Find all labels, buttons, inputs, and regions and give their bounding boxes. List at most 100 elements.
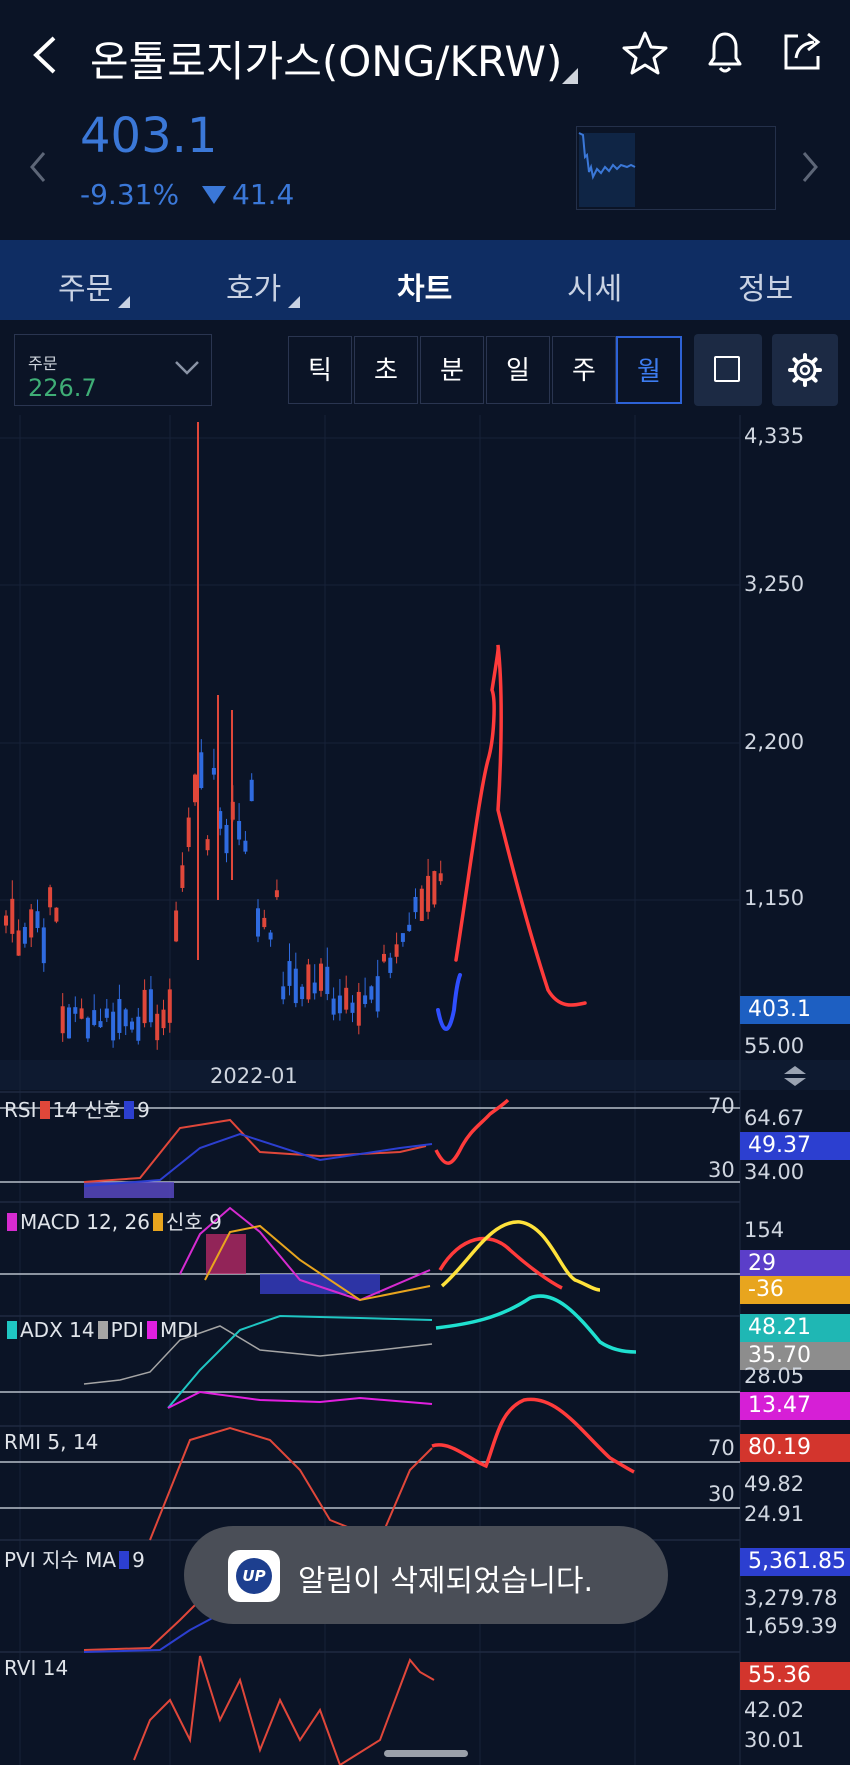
macd-histogram [260,1274,380,1294]
resize-handle-icon[interactable] [782,1064,808,1092]
down-triangle-icon [202,186,226,204]
candle-body [337,995,342,1014]
back-arrow-icon[interactable] [30,34,60,80]
candle-body [432,871,437,905]
candle-body [180,865,185,888]
candle-body [211,767,216,775]
adx-legend: ADX 14 PDI MDI [4,1318,199,1342]
rsi-level-30: 30 [708,1158,735,1182]
candle-body [243,840,248,852]
candle-body [331,998,336,1015]
pvi-name: PVI 지수 MA [4,1548,117,1572]
gear-icon [788,353,822,387]
pvi-value-tag: 5,361.85 [740,1548,850,1576]
candle-body [111,1011,116,1041]
candle-body [306,964,311,1000]
candle-body [16,930,21,956]
candle-body [136,1016,141,1041]
candle-body [161,1009,166,1029]
adx-axis-tick: 28.05 [744,1364,805,1388]
candle-body [193,774,197,803]
macd-signal-label: 신호 9 [165,1210,222,1234]
candle-body [104,1008,109,1018]
price-axis-tick: 3,250 [744,572,805,596]
rmi-level-70: 70 [708,1436,735,1460]
macd-legend: MACD 12, 26 신호 9 [4,1206,222,1235]
tab-orderbook[interactable]: 호가 [226,264,281,308]
candle-body [262,917,267,928]
candle-body [237,821,242,840]
pvi-axis-tick: 1,659.39 [744,1614,838,1638]
candle-body [98,1021,103,1028]
tab-orderbook-menu-icon [288,296,300,308]
candle-body [300,986,305,1000]
rvi-axis-tick: 30.01 [744,1728,805,1752]
pvi-ma-swatch [119,1551,130,1569]
rmi-axis-tick: 49.82 [744,1472,805,1496]
previous-market-icon[interactable] [28,150,48,188]
price-axis-tick: 1,150 [744,886,805,910]
pvi-legend: PVI 지수 MA 9 [4,1544,145,1573]
rsi-signal-period: 9 [137,1098,150,1122]
candle-body [350,1002,355,1013]
candle-body [325,966,330,995]
order-select-label: 주문 [28,354,58,373]
mini-price-chart [576,126,776,210]
tab-quotes[interactable]: 시세 [567,264,622,308]
macd-signal-swatch [152,1213,163,1231]
rsi-level-70: 70 [708,1094,735,1118]
star-icon[interactable] [622,30,668,80]
current-price-tag: 403.1 [740,996,850,1024]
rmi-level-30: 30 [708,1482,735,1506]
market-dropdown-caret-icon[interactable] [562,68,578,84]
candle-body [148,989,153,1023]
candle-body [167,989,172,1023]
tab-order[interactable]: 주문 [58,264,113,308]
bell-icon[interactable] [702,28,748,80]
chevron-down-icon[interactable] [174,360,200,380]
tab-chart[interactable]: 차트 [397,264,452,308]
period-second-button[interactable]: 초 [354,336,418,404]
candle-body [426,875,431,912]
candle-body [382,953,386,962]
candle-body [155,1013,160,1041]
home-indicator[interactable] [384,1750,468,1757]
candle-body [344,987,349,1010]
candle-body [92,1010,97,1025]
period-week-button[interactable]: 주 [552,336,616,404]
date-axis-band [0,1060,850,1090]
rsi-name: RSI [4,1098,37,1122]
period-month-button[interactable]: 월 [616,336,682,404]
candle-body [48,887,53,908]
next-market-icon[interactable] [800,150,820,188]
chart-settings-button[interactable] [772,334,838,406]
change-percent: -9.31% [80,178,180,211]
candle-body [41,927,46,964]
candle-body [363,995,368,1004]
period-tick-button[interactable]: 틱 [288,336,352,404]
candle-body [407,924,412,931]
rmi-value-tag: 80.19 [740,1434,850,1462]
period-day-button[interactable]: 일 [486,336,550,404]
tab-order-menu-icon [118,296,130,308]
candle-body [375,976,380,1012]
candle-body [419,888,424,921]
share-icon[interactable] [780,28,826,78]
tab-info[interactable]: 정보 [738,264,793,308]
candle-body [54,907,59,922]
period-minute-button[interactable]: 분 [420,336,484,404]
price-axis-tick: 4,335 [744,424,805,448]
pdi-color-swatch [97,1321,108,1339]
candle-body [281,986,286,1000]
mdi-label: MDI [159,1318,199,1342]
macd-axis-tick: 154 [744,1218,785,1242]
candle-body [130,1021,134,1030]
pdi-label: PDI [110,1318,144,1342]
candle-body [394,944,399,957]
candle-body [400,933,405,942]
market-title[interactable]: 온톨로지가스(ONG/KRW) [90,28,562,89]
candle-body [174,910,179,942]
rvi-legend: RVI 14 [4,1656,69,1680]
rsi-axis-tick: 34.00 [744,1160,805,1184]
adx-color-swatch [7,1321,17,1339]
